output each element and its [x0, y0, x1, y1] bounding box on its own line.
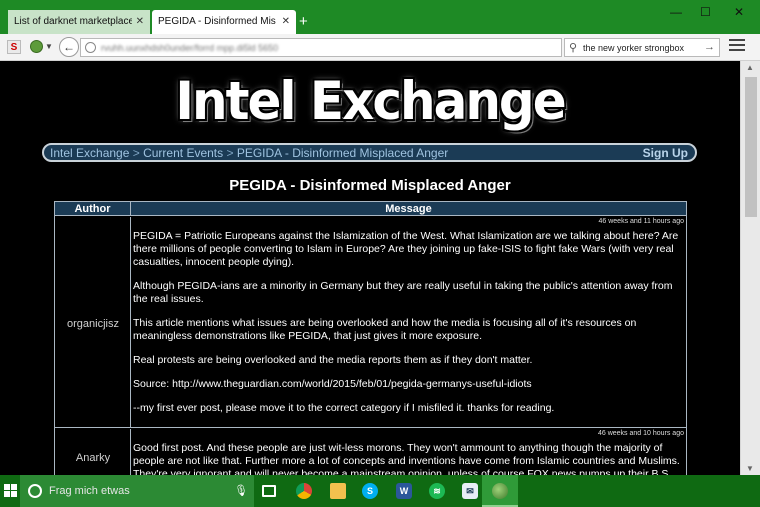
tor-browser-icon[interactable]	[492, 483, 508, 499]
tab-label: PEGIDA - Disinformed Misplac...	[158, 16, 276, 27]
minimize-icon[interactable]: —	[670, 4, 682, 20]
scrollbar-thumb[interactable]	[745, 77, 757, 217]
maximize-icon[interactable]: ☐	[700, 4, 711, 20]
noscript-icon[interactable]: S	[7, 40, 21, 54]
table-header: Author Message	[55, 202, 686, 216]
message-paragraph: PEGIDA = Patriotic Europeans against the…	[133, 230, 679, 268]
column-header-author: Author	[55, 202, 131, 216]
close-icon[interactable]: ✕	[282, 10, 290, 34]
post-timestamp: 46 weeks and 10 hours ago	[597, 430, 684, 437]
page-scrollbar[interactable]: ▲ ▼	[740, 61, 760, 475]
windows-taskbar: Frag mich etwas 🎙 S W ≋ ✉	[0, 475, 760, 507]
spotify-icon[interactable]: ≋	[429, 483, 445, 499]
microphone-icon[interactable]: 🎙	[234, 484, 248, 498]
page-content: Intel Exchange Intel Exchange > Current …	[0, 61, 740, 475]
breadcrumb-link-topic[interactable]: PEGIDA - Disinformed Misplaced Anger	[237, 146, 448, 160]
scroll-down-icon[interactable]: ▼	[746, 464, 754, 473]
navigation-toolbar: S ▼ ← rvuhh.uunxhdsh0under/forrd mpp.di5…	[0, 34, 760, 61]
close-icon[interactable]: ✕	[136, 10, 144, 34]
search-value: the new yorker strongbox	[583, 43, 685, 53]
author-cell: organicjisz	[55, 217, 131, 427]
column-header-message: Message	[385, 203, 432, 215]
site-logo[interactable]: Intel Exchange	[0, 70, 740, 133]
task-view-icon[interactable]	[262, 485, 276, 497]
url-text: rvuhh.uunxhdsh0under/forrd mpp.di5ld 565…	[101, 43, 279, 53]
window-close-icon[interactable]: ✕	[734, 4, 744, 20]
chevron-down-icon[interactable]: ▼	[45, 40, 53, 54]
cortana-search-box[interactable]: Frag mich etwas 🎙	[20, 475, 254, 507]
tab-pegida[interactable]: PEGIDA - Disinformed Misplac... ✕	[152, 10, 296, 34]
author-link[interactable]: organicjisz	[55, 318, 131, 330]
table-row: organicjisz 46 weeks and 11 hours ago PE…	[55, 217, 686, 428]
message-body: Good first post. And these people are ju…	[133, 442, 686, 475]
tor-onion-icon[interactable]	[30, 40, 43, 53]
windows-start-icon[interactable]	[4, 484, 18, 498]
chrome-icon[interactable]	[296, 483, 312, 499]
search-icon: ⚲	[569, 42, 578, 54]
search-input[interactable]: ⚲ the new yorker strongbox →	[564, 38, 720, 57]
cortana-icon	[28, 484, 42, 498]
globe-icon	[85, 42, 96, 53]
file-explorer-icon[interactable]	[330, 483, 346, 499]
message-body: PEGIDA = Patriotic Europeans against the…	[133, 230, 686, 426]
cortana-search-placeholder: Frag mich etwas	[49, 485, 130, 497]
word-icon[interactable]: W	[396, 483, 412, 499]
scroll-up-icon[interactable]: ▲	[746, 63, 754, 72]
author-link[interactable]: Anarky	[55, 452, 131, 464]
skype-icon[interactable]: S	[362, 483, 378, 499]
tab-label: List of darknet marketplaces & ...	[14, 16, 132, 27]
breadcrumb-bar: Intel Exchange > Current Events > PEGIDA…	[42, 143, 697, 162]
message-paragraph: --my first ever post, please move it to …	[133, 402, 555, 414]
back-button[interactable]: ←	[59, 37, 79, 57]
new-tab-button[interactable]: +	[299, 14, 308, 30]
message-paragraph: Source: http://www.theguardian.com/world…	[133, 378, 532, 390]
mail-icon[interactable]: ✉	[462, 483, 478, 499]
author-cell: Anarky	[55, 429, 131, 475]
breadcrumb-separator: >	[226, 146, 234, 160]
message-paragraph: Good first post. And these people are ju…	[133, 442, 680, 475]
browser-titlebar: List of darknet marketplaces & ... ✕ PEG…	[0, 0, 760, 34]
breadcrumb: Intel Exchange > Current Events > PEGIDA…	[50, 146, 448, 161]
message-paragraph: Real protests are being overlooked and t…	[133, 354, 533, 366]
message-paragraph: This article mentions what issues are be…	[133, 317, 637, 342]
page-title: PEGIDA - Disinformed Misplaced Anger	[229, 177, 511, 194]
message-cell: 46 weeks and 11 hours ago PEGIDA = Patri…	[131, 217, 686, 427]
breadcrumb-separator: >	[132, 146, 140, 160]
message-cell: 46 weeks and 10 hours ago Good first pos…	[131, 429, 686, 475]
hamburger-menu-icon[interactable]	[729, 39, 745, 53]
table-row: Anarky 46 weeks and 10 hours ago Good fi…	[55, 429, 686, 475]
tab-darknet-marketplaces[interactable]: List of darknet marketplaces & ... ✕	[8, 10, 150, 34]
signup-link[interactable]: Sign Up	[643, 146, 688, 161]
breadcrumb-link-home[interactable]: Intel Exchange	[50, 146, 129, 160]
posts-table: Author Message organicjisz 46 weeks and …	[54, 201, 687, 475]
message-paragraph: Although PEGIDA-ians are a minority in G…	[133, 280, 673, 305]
url-bar[interactable]: rvuhh.uunxhdsh0under/forrd mpp.di5ld 565…	[80, 38, 638, 57]
post-timestamp: 46 weeks and 11 hours ago	[598, 218, 685, 225]
breadcrumb-link-category[interactable]: Current Events	[143, 146, 223, 160]
arrow-right-icon[interactable]: →	[704, 40, 715, 54]
